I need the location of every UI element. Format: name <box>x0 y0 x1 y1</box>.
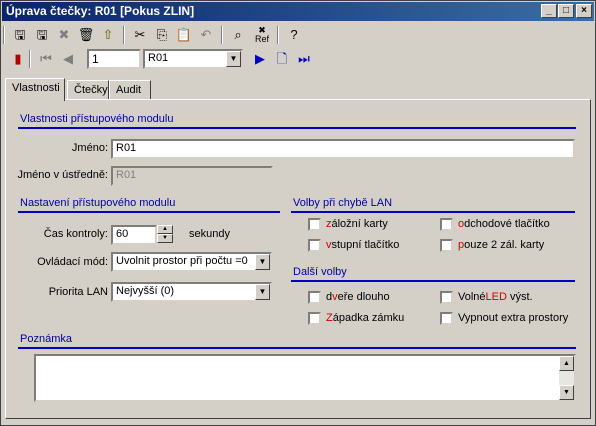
separator <box>123 26 125 44</box>
previous-record-icon[interactable]: ◀ <box>59 50 77 68</box>
latch-checkbox[interactable] <box>308 312 321 325</box>
record-number-input[interactable]: 1 <box>87 49 141 69</box>
tab-audit[interactable]: Audit <box>109 80 151 100</box>
section-divider <box>18 127 576 129</box>
disable-extra-areas-checkbox[interactable] <box>440 312 453 325</box>
priority-select-value: Nejvyšší (0) <box>116 285 175 297</box>
find-icon[interactable]: ⌕ <box>229 26 247 44</box>
title-bar: Úprava čtečky: R01 [Pokus ZLIN] _ □ × <box>2 2 594 21</box>
cut-icon[interactable]: ✂ <box>131 26 149 44</box>
latch-label[interactable]: Západka zámku <box>326 312 404 324</box>
stepper-down-icon[interactable]: ▼ <box>157 234 173 243</box>
separator <box>277 26 279 44</box>
note-scrollbar[interactable]: ▲ ▼ <box>559 356 574 400</box>
tab-ctecky[interactable]: Čtečky <box>67 80 109 100</box>
mode-select-value: Uvolnit prostor při počtu =0 <box>116 255 248 267</box>
tab-panel: Vlastnosti přístupového modulu Jméno: R0… <box>5 99 591 419</box>
toolbar-nav: ▮ ⏮ ◀ 1 R01 ▼ ▶ 🗋 ⏭ <box>3 47 593 71</box>
section-settings-title: Nastavení přístupového modulu <box>20 197 176 209</box>
interval-stepper[interactable]: ▲ ▼ <box>157 225 173 245</box>
central-name-label: Jméno v ústředně: <box>17 169 109 181</box>
section-divider <box>18 347 576 349</box>
chevron-down-icon[interactable]: ▼ <box>255 254 270 270</box>
undo-icon[interactable]: ↶ <box>197 26 215 44</box>
free-led-label[interactable]: VolnéLED výst. <box>458 291 533 303</box>
door-long-checkbox[interactable] <box>308 291 321 304</box>
chevron-down-icon[interactable]: ▼ <box>226 51 241 67</box>
copy-icon[interactable]: ⎘ <box>153 26 171 44</box>
separator <box>29 50 31 68</box>
new-record-icon[interactable]: 🗋 <box>273 50 291 68</box>
note-textarea[interactable]: ▲ ▼ <box>34 354 576 402</box>
separator <box>221 26 223 44</box>
next-record-icon[interactable]: ▶ <box>251 50 269 68</box>
interval-input[interactable]: 60 <box>111 225 157 245</box>
priority-label: Priorita LAN <box>48 286 108 298</box>
save-icon[interactable]: 🖫 <box>11 26 29 44</box>
central-name-input: R01 <box>111 166 273 186</box>
disable-extra-areas-label[interactable]: Vypnout extra prostory <box>458 312 568 324</box>
window-title: Úprava čtečky: R01 [Pokus ZLIN] <box>6 4 195 18</box>
close-button[interactable]: × <box>576 4 592 18</box>
name-label: Jméno: <box>71 142 108 154</box>
refresh-icon[interactable]: ✖ Ref <box>253 26 271 44</box>
exit-button-checkbox[interactable] <box>440 218 453 231</box>
record-select[interactable]: R01 ▼ <box>143 49 243 69</box>
interval-label: Čas kontroly: <box>43 228 108 240</box>
upload-icon[interactable]: ⇧ <box>99 26 117 44</box>
window: Úprava čtečky: R01 [Pokus ZLIN] _ □ × 🖫 … <box>0 0 596 426</box>
tab-vlastnosti[interactable]: Vlastnosti <box>5 78 65 101</box>
mode-select[interactable]: Uvolnit prostor při počtu =0 ▼ <box>111 252 272 272</box>
two-backup-cards-checkbox[interactable] <box>440 239 453 252</box>
scroll-up-icon[interactable]: ▲ <box>559 356 574 371</box>
backup-cards-checkbox[interactable] <box>308 218 321 231</box>
section-divider <box>18 211 280 213</box>
interval-unit: sekundy <box>189 228 230 240</box>
chevron-down-icon[interactable]: ▼ <box>255 284 270 300</box>
paste-icon[interactable]: 📋 <box>175 26 193 44</box>
section-note-title: Poznámka <box>20 333 72 345</box>
save-close-icon[interactable]: 🖫 <box>33 26 51 44</box>
toolbar-main: 🖫 🖫 ✖ 🗑 ⇧ ✂ ⎘ 📋 ↶ ⌕ ✖ Ref ? <box>3 23 593 47</box>
section-divider <box>291 280 575 282</box>
section-lan-title: Volby při chybě LAN <box>293 197 393 209</box>
record-select-value: R01 <box>148 52 169 64</box>
maximize-button[interactable]: □ <box>558 4 574 18</box>
backup-cards-label[interactable]: záložní karty <box>326 218 388 230</box>
door-long-label[interactable]: dveře dlouho <box>326 291 390 303</box>
free-led-checkbox[interactable] <box>440 291 453 304</box>
minimize-button[interactable]: _ <box>541 4 557 18</box>
help-icon[interactable]: ? <box>285 26 303 44</box>
toolbar-grip <box>3 26 5 44</box>
name-input[interactable]: R01 <box>111 139 575 159</box>
two-backup-cards-label[interactable]: pouze 2 zál. karty <box>458 239 544 251</box>
last-record-icon[interactable]: ⏭ <box>295 50 313 68</box>
exit-button-label[interactable]: odchodové tlačítko <box>458 218 550 230</box>
priority-select[interactable]: Nejvyšší (0) ▼ <box>111 282 272 302</box>
section-other-title: Další volby <box>293 266 347 278</box>
scroll-down-icon[interactable]: ▼ <box>559 385 574 400</box>
mode-label: Ovládací mód: <box>37 256 108 268</box>
record-icon: ▮ <box>14 51 22 66</box>
delete-icon[interactable]: ✖ <box>55 26 73 44</box>
stepper-up-icon[interactable]: ▲ <box>157 225 173 234</box>
section-module-title: Vlastnosti přístupového modulu <box>20 113 174 125</box>
entry-button-checkbox[interactable] <box>308 239 321 252</box>
first-record-icon[interactable]: ⏮ <box>37 50 55 68</box>
entry-button-label[interactable]: vstupní tlačítko <box>326 239 399 251</box>
section-divider <box>291 211 575 213</box>
trash-icon[interactable]: 🗑 <box>77 26 95 44</box>
